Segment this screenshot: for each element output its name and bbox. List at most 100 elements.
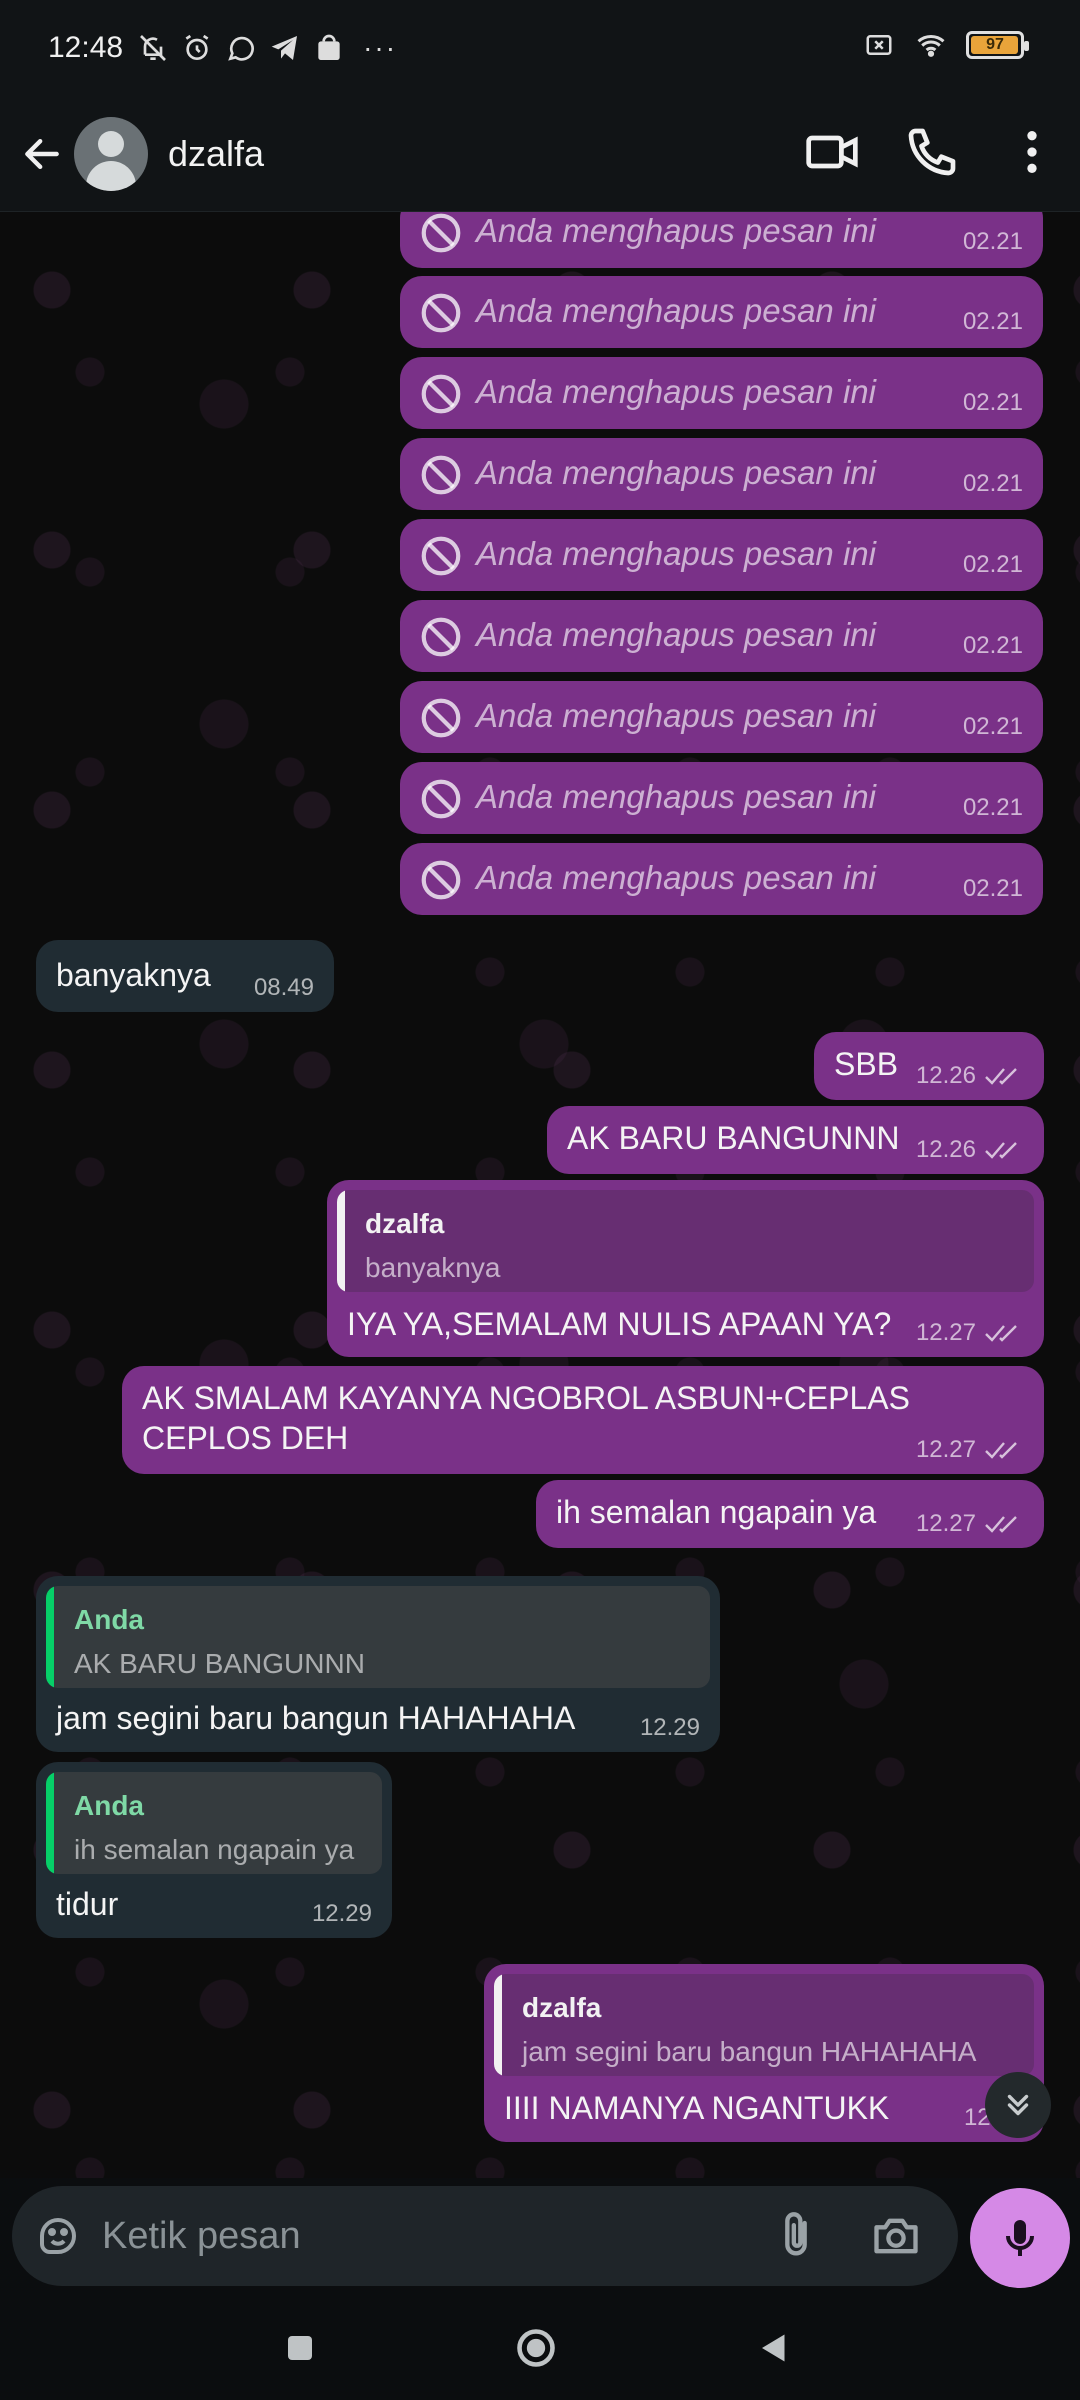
message-time: 02.21: [962, 228, 1023, 255]
bell-off-icon: [140, 35, 167, 61]
triangle-back-icon: [762, 2334, 785, 2362]
quote-author: dzalfa: [365, 1208, 445, 1239]
incoming-reply-message[interactable]: Anda ih semalan ngapain ya tidur 12.29: [36, 1762, 392, 1938]
sim-off-icon: [866, 35, 892, 55]
telegram-icon: [271, 36, 298, 60]
contact-name[interactable]: dzalfa: [168, 133, 264, 175]
double-check-icon: [985, 1068, 1017, 1085]
message-composer[interactable]: [12, 2186, 958, 2286]
message-time: 02.21: [962, 713, 1023, 740]
chat-area[interactable]: Anda menghapus pesan ini 02.21 Anda meng…: [0, 212, 1080, 2178]
deleted-message[interactable]: Anda menghapus pesan ini 02.21: [400, 276, 1043, 348]
back-nav-button[interactable]: [750, 2324, 798, 2372]
incoming-reply-message[interactable]: Anda AK BARU BANGUNNN jam segini baru bang…: [36, 1576, 720, 1752]
deleted-message[interactable]: Anda menghapus pesan ini 02.21: [400, 843, 1043, 915]
deleted-message[interactable]: Anda menghapus pesan ini 02.21: [400, 357, 1043, 429]
sticker-icon[interactable]: [34, 2212, 82, 2260]
prohibited-icon: [421, 698, 461, 738]
quoted-message[interactable]: dzalfa banyaknya: [337, 1190, 1034, 1292]
message-text-line1: AK SMALAM KAYANYA NGOBROL ASBUN+CEPLAS: [142, 1380, 910, 1416]
status-bar: 12:48 ··· 97: [0, 0, 1080, 96]
double-check-icon: [985, 1325, 1017, 1342]
message-time: 02.21: [962, 308, 1023, 335]
prohibited-icon: [421, 374, 461, 414]
message-time: 02.21: [962, 875, 1023, 902]
quoted-message[interactable]: dzalfa jam segini baru bangun HAHAHAHA: [494, 1974, 1034, 2076]
deleted-message-text: Anda menghapus pesan ini: [476, 212, 876, 249]
square-icon: [288, 2336, 312, 2360]
message-text: tidur: [56, 1886, 119, 1922]
deleted-message-text: Anda menghapus pesan ini: [476, 373, 876, 410]
prohibited-icon: [421, 617, 461, 657]
message-time: 02.21: [962, 794, 1023, 821]
deleted-message[interactable]: Anda menghapus pesan ini 02.21: [400, 519, 1043, 591]
quote-text: AK BARU BANGUNNN: [74, 1648, 365, 1679]
double-check-icon: [985, 1516, 1017, 1533]
more-vertical-icon[interactable]: [1004, 124, 1060, 180]
message-text: banyaknya: [56, 957, 211, 993]
deleted-message-text: Anda menghapus pesan ini: [476, 454, 876, 491]
alarm-icon: [185, 34, 209, 60]
message-time: 12.29: [311, 1900, 372, 1927]
message-time: 12.26: [915, 1062, 976, 1089]
message-text: ih semalan ngapain ya: [556, 1494, 877, 1530]
message-time: 12.27: [915, 1319, 976, 1346]
message-time: 02.21: [962, 389, 1023, 416]
quote-author: Anda: [74, 1604, 144, 1635]
message-text: AK BARU BANGUNNN: [567, 1120, 900, 1156]
message-time: 08.49: [253, 974, 314, 1001]
message-text-line2: CEPLOS DEH: [142, 1420, 349, 1456]
quote-text: ih semalan ngapain ya: [74, 1834, 355, 1865]
circle-icon: [517, 2329, 555, 2367]
quoted-message[interactable]: Anda AK BARU BANGUNNN: [46, 1586, 710, 1688]
deleted-message[interactable]: Anda menghapus pesan ini 02.21: [400, 212, 1043, 268]
avatar[interactable]: [74, 116, 148, 191]
wifi-icon: [917, 34, 945, 57]
video-call-icon[interactable]: [804, 124, 860, 180]
deleted-message[interactable]: Anda menghapus pesan ini 02.21: [400, 438, 1043, 510]
more-notifications-indicator: ···: [363, 32, 398, 63]
whatsapp-icon: [228, 36, 254, 61]
outgoing-message[interactable]: ih semalan ngapain ya 12.27: [536, 1480, 1044, 1548]
voice-message-button[interactable]: [970, 2188, 1070, 2288]
battery-level: 97: [986, 36, 1004, 53]
home-button[interactable]: [512, 2324, 560, 2372]
deleted-message-text: Anda menghapus pesan ini: [476, 616, 876, 653]
prohibited-icon: [421, 213, 461, 253]
incoming-message[interactable]: banyaknya 08.49: [36, 940, 334, 1012]
arrow-left-icon: [25, 138, 59, 169]
deleted-message-text: Anda menghapus pesan ini: [476, 535, 876, 572]
message-text: SBB: [834, 1046, 899, 1082]
quoted-message[interactable]: Anda ih semalan ngapain ya: [46, 1772, 382, 1874]
system-navigation-bar: [0, 2296, 1080, 2400]
outgoing-message[interactable]: SBB 12.26: [814, 1032, 1044, 1100]
outgoing-message[interactable]: AK SMALAM KAYANYA NGOBROL ASBUN+CEPLAS C…: [122, 1366, 1044, 1474]
deleted-message-text: Anda menghapus pesan ini: [476, 292, 876, 329]
message-text: IYA YA,SEMALAM NULIS APAAN YA?: [347, 1306, 892, 1342]
notification-icons: [137, 32, 345, 64]
message-text: jam segini baru bangun HAHAHAHA: [56, 1700, 576, 1736]
quote-text: jam segini baru bangun HAHAHAHA: [522, 2036, 977, 2067]
scroll-to-bottom-button[interactable]: [985, 2072, 1051, 2138]
shopping-bag-icon: [318, 34, 340, 60]
deleted-message[interactable]: Anda menghapus pesan ini 02.21: [400, 681, 1043, 753]
paperclip-icon[interactable]: [770, 2210, 822, 2262]
outgoing-reply-message[interactable]: dzalfa jam segini baru bangun HAHAHAHA III…: [484, 1964, 1044, 2142]
deleted-message[interactable]: Anda menghapus pesan ini 02.21: [400, 600, 1043, 672]
message-time: 12.27: [915, 1510, 976, 1537]
camera-icon[interactable]: [870, 2210, 922, 2262]
double-check-icon: [985, 1142, 1017, 1159]
message-input[interactable]: [102, 2206, 722, 2266]
outgoing-message[interactable]: AK BARU BANGUNNN 12.26: [547, 1106, 1044, 1174]
recents-button[interactable]: [276, 2324, 324, 2372]
deleted-message-text: Anda menghapus pesan ini: [476, 859, 876, 896]
deleted-message[interactable]: Anda menghapus pesan ini 02.21: [400, 762, 1043, 834]
phone-icon[interactable]: [904, 124, 960, 180]
back-button[interactable]: [12, 124, 72, 184]
chat-header: dzalfa: [0, 96, 1080, 212]
prohibited-icon: [421, 536, 461, 576]
quote-author: Anda: [74, 1790, 144, 1821]
message-time: 12.26: [915, 1136, 976, 1163]
battery-indicator: 97: [966, 31, 1029, 59]
outgoing-reply-message[interactable]: dzalfa banyaknya IYA YA,SEMALAM NULIS AP…: [327, 1180, 1044, 1357]
